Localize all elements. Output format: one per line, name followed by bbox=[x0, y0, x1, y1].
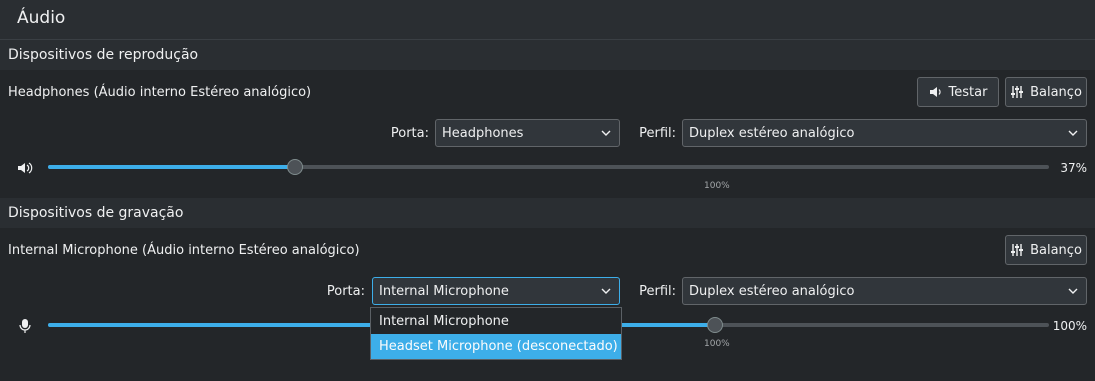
recording-device-name: Internal Microphone (Áudio interno Estér… bbox=[8, 243, 360, 258]
playback-profile-select[interactable]: Duplex estéreo analógico bbox=[682, 119, 1087, 147]
playback-volume-percent: 37% bbox=[1060, 161, 1087, 175]
page-title: Áudio bbox=[17, 8, 66, 28]
recording-volume-percent: 100% bbox=[1052, 319, 1087, 333]
playback-port-value: Headphones bbox=[442, 125, 524, 141]
chevron-down-icon bbox=[601, 130, 611, 136]
recording-port-label: Porta: bbox=[326, 284, 365, 299]
recording-profile-value: Duplex estéreo analógico bbox=[689, 283, 855, 299]
chevron-down-icon bbox=[1068, 288, 1078, 294]
microphone-icon[interactable] bbox=[17, 318, 33, 334]
recording-port-select[interactable]: Internal Microphone bbox=[372, 277, 620, 305]
sliders-icon bbox=[1011, 86, 1024, 98]
page-header: Áudio bbox=[0, 0, 1095, 40]
recording-balance-button[interactable]: Balanço bbox=[1005, 235, 1087, 265]
playback-port-select[interactable]: Headphones bbox=[435, 119, 620, 147]
dropdown-option-headset-microphone[interactable]: Headset Microphone (desconectado) bbox=[371, 334, 621, 359]
playback-volume-slider[interactable] bbox=[48, 159, 1049, 175]
test-button-label: Testar bbox=[948, 84, 988, 100]
speaker-icon[interactable] bbox=[17, 160, 33, 176]
playback-section-title: Dispositivos de reprodução bbox=[8, 47, 199, 63]
playback-100-mark: 100% bbox=[704, 181, 730, 191]
recording-profile-label: Perfil: bbox=[639, 284, 676, 299]
recording-port-value: Internal Microphone bbox=[379, 283, 509, 299]
test-button[interactable]: Testar bbox=[917, 77, 999, 107]
recording-balance-label: Balanço bbox=[1030, 242, 1082, 258]
playback-profile-label: Perfil: bbox=[639, 126, 676, 141]
playback-device-name: Headphones (Áudio interno Estéreo analóg… bbox=[8, 85, 312, 100]
port-dropdown-menu: Internal Microphone Headset Microphone (… bbox=[370, 307, 622, 360]
sliders-icon bbox=[1011, 244, 1024, 256]
playback-profile-value: Duplex estéreo analógico bbox=[689, 125, 855, 141]
dropdown-option-internal-microphone[interactable]: Internal Microphone bbox=[371, 309, 621, 334]
playback-port-label: Porta: bbox=[390, 126, 429, 141]
recording-volume-handle[interactable] bbox=[707, 317, 723, 333]
chevron-down-icon bbox=[601, 288, 611, 294]
playback-volume-handle[interactable] bbox=[286, 159, 303, 175]
playback-section-header: Dispositivos de reprodução bbox=[0, 40, 1095, 70]
recording-section-header: Dispositivos de gravação bbox=[0, 198, 1095, 228]
playback-volume-fill bbox=[48, 165, 295, 169]
speaker-icon bbox=[929, 87, 941, 97]
recording-section-title: Dispositivos de gravação bbox=[8, 205, 184, 221]
recording-100-mark: 100% bbox=[704, 339, 730, 349]
chevron-down-icon bbox=[1068, 130, 1078, 136]
playback-balance-label: Balanço bbox=[1030, 84, 1082, 100]
playback-balance-button[interactable]: Balanço bbox=[1005, 77, 1087, 107]
recording-profile-select[interactable]: Duplex estéreo analógico bbox=[682, 277, 1087, 305]
